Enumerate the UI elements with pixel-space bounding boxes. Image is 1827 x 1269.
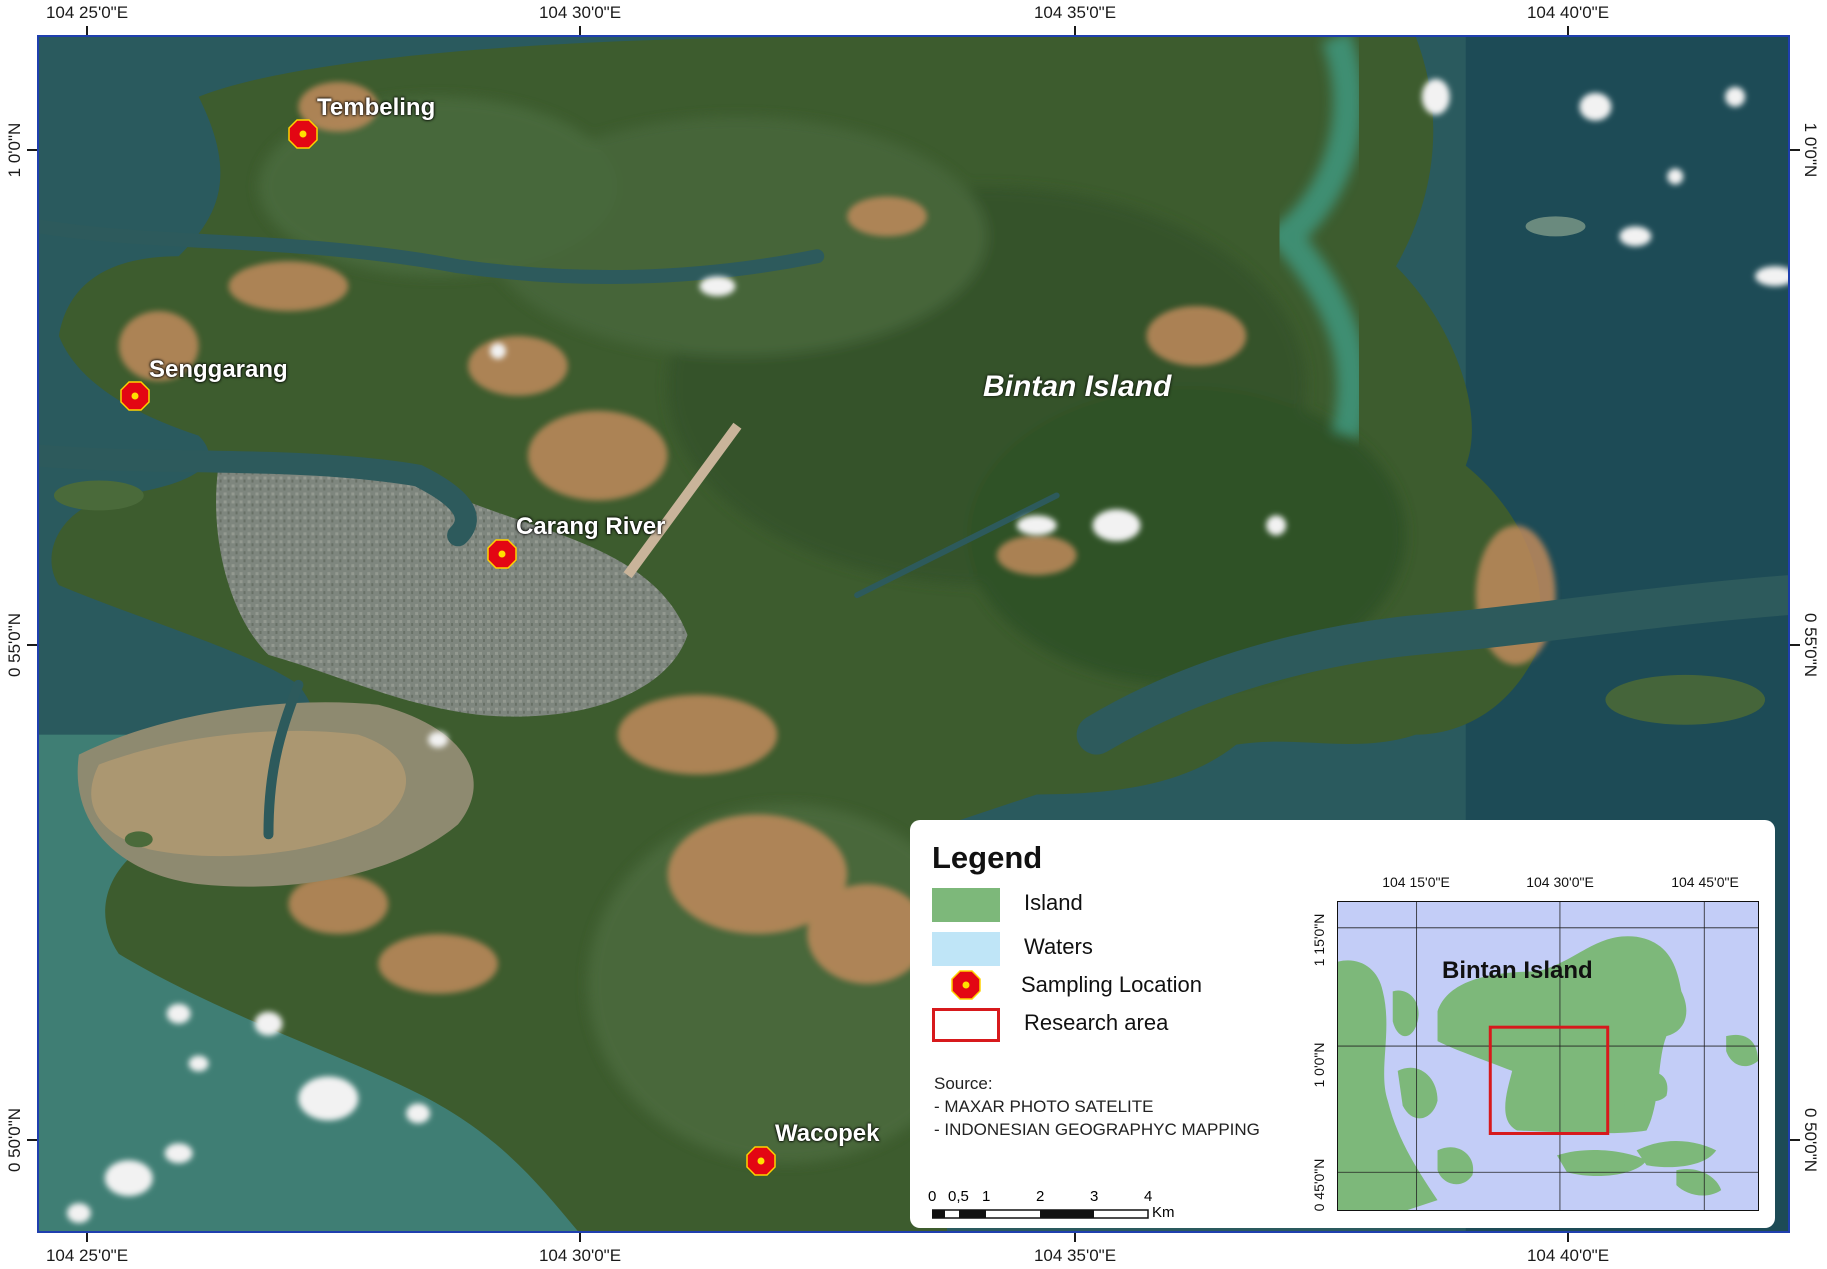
tick-mark xyxy=(27,644,37,646)
longitude-label: 104 40'0"E xyxy=(1526,1246,1610,1265)
waters-swatch xyxy=(932,932,1000,966)
tick-mark xyxy=(1790,644,1800,646)
tick-mark xyxy=(1074,1232,1076,1242)
longitude-label: 104 25'0"E xyxy=(45,1246,129,1265)
scale-tick-label: 2 xyxy=(1036,1188,1045,1205)
latitude-label: 0 55'0"N xyxy=(1801,612,1820,678)
sampling-location-icon xyxy=(746,1146,776,1176)
scale-bar-graphic xyxy=(932,1209,1149,1219)
longitude-label: 104 40'0"E xyxy=(1526,3,1610,22)
research-area-swatch xyxy=(932,1008,1000,1042)
site-label: Carang River xyxy=(516,513,666,540)
tick-mark xyxy=(579,1232,581,1242)
longitude-label: 104 35'0"E xyxy=(1033,3,1117,22)
site-label: Senggarang xyxy=(149,356,288,383)
tick-mark xyxy=(1790,149,1800,151)
scale-tick-label: 0 xyxy=(928,1188,937,1205)
source-line: - INDONESIAN GEOGRAPHYC MAPPING xyxy=(934,1120,1260,1139)
longitude-label: 104 35'0"E xyxy=(1033,1246,1117,1265)
tick-mark xyxy=(27,149,37,151)
source-note: Source: - MAXAR PHOTO SATELITE - INDONES… xyxy=(934,1072,1260,1141)
tick-mark xyxy=(1790,1139,1800,1141)
legend-label: Research area xyxy=(1024,1010,1169,1035)
island-swatch xyxy=(932,888,1000,922)
inset-island-label: Bintan Island xyxy=(1442,957,1593,984)
inset-longitude-label: 104 45'0"E xyxy=(1671,874,1739,890)
legend-label: Island xyxy=(1024,890,1083,915)
latitude-label: 0 50'0"N xyxy=(5,1107,24,1173)
scale-unit: Km xyxy=(1152,1204,1175,1221)
latitude-label: 1 0'0"N xyxy=(5,122,24,178)
source-title: Source: xyxy=(934,1074,993,1093)
scale-tick-label: 4 xyxy=(1144,1188,1153,1205)
longitude-label: 104 30'0"E xyxy=(538,1246,622,1265)
site-label: Tembeling xyxy=(317,94,436,121)
sampling-location-icon xyxy=(120,381,150,411)
tick-mark xyxy=(86,1232,88,1242)
inset-longitude-label: 104 15'0"E xyxy=(1382,874,1450,890)
inset-map: 104 15'0"E 104 30'0"E 104 45'0"E 1 15'0"… xyxy=(1305,862,1765,1217)
inset-latitude-label: 1 0'0"N xyxy=(1311,1042,1327,1088)
inset-map-frame xyxy=(1337,901,1759,1211)
inset-map-graphic xyxy=(1338,902,1758,1210)
inset-latitude-label: 0 45'0"N xyxy=(1311,1158,1327,1212)
latitude-label: 1 0'0"N xyxy=(1801,122,1820,178)
legend-panel: Legend Island Waters Sampling Location R… xyxy=(910,820,1775,1228)
longitude-label: 104 25'0"E xyxy=(45,3,129,22)
tick-mark xyxy=(27,1139,37,1141)
site-label: Wacopek xyxy=(775,1120,880,1147)
legend-title: Legend xyxy=(932,840,1043,875)
latitude-label: 0 55'0"N xyxy=(5,612,24,678)
scale-tick-label: 3 xyxy=(1090,1188,1099,1205)
latitude-label: 0 50'0"N xyxy=(1801,1107,1820,1173)
inset-longitude-label: 104 30'0"E xyxy=(1526,874,1594,890)
source-line: - MAXAR PHOTO SATELITE xyxy=(934,1097,1154,1116)
longitude-label: 104 30'0"E xyxy=(538,3,622,22)
tick-mark xyxy=(1567,1232,1569,1242)
scale-tick-label: 0,5 xyxy=(948,1188,969,1205)
scale-tick-label: 1 xyxy=(982,1188,991,1205)
sampling-location-icon xyxy=(288,119,318,149)
sampling-location-icon xyxy=(951,970,981,1000)
island-label: Bintan Island xyxy=(983,370,1172,403)
sampling-location-icon xyxy=(487,539,517,569)
scale-bar: 0 0,5 1 2 3 4 Km xyxy=(922,1188,1242,1228)
inset-latitude-label: 1 15'0"N xyxy=(1311,913,1327,967)
legend-label: Waters xyxy=(1024,934,1093,959)
legend-label: Sampling Location xyxy=(1021,972,1203,997)
